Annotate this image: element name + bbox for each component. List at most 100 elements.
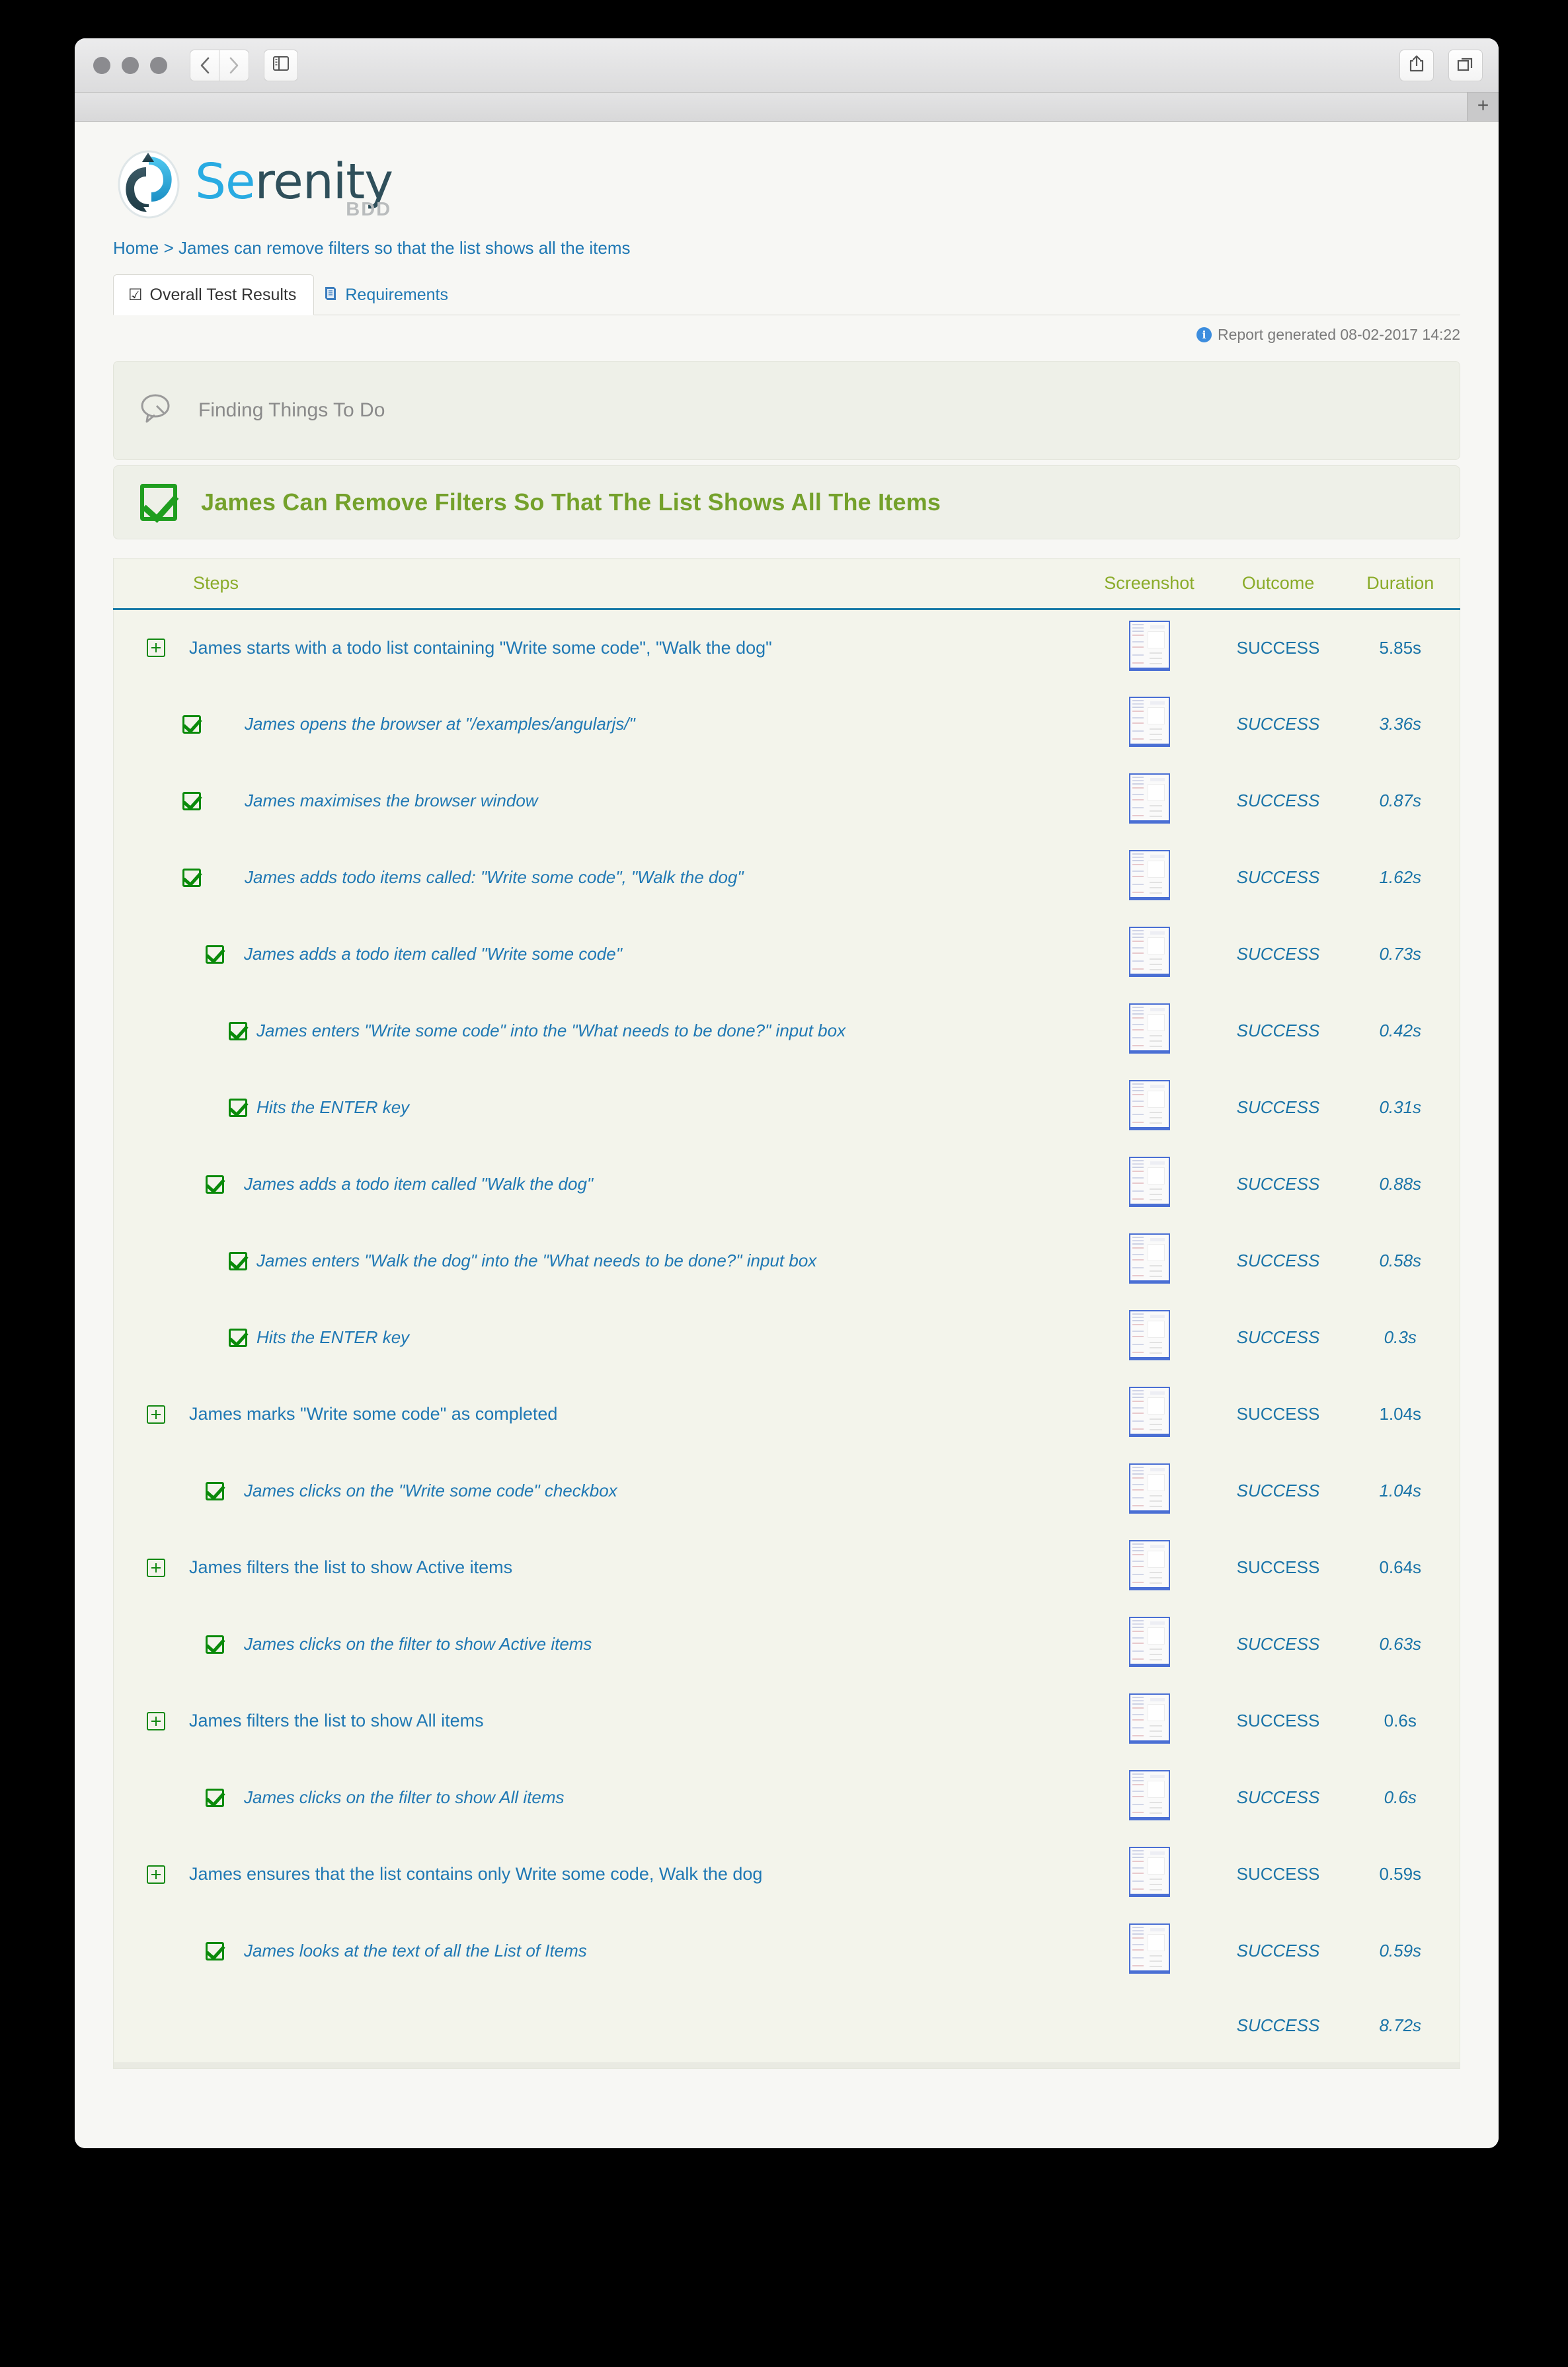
- table-row[interactable]: James clicks on the "Write some code" ch…: [113, 1452, 1460, 1530]
- table-row[interactable]: James clicks on the filter to show All i…: [113, 1759, 1460, 1836]
- step-label[interactable]: James opens the browser at "/examples/an…: [245, 714, 635, 734]
- table-row[interactable]: James enters "Walk the dog" into the "Wh…: [113, 1222, 1460, 1300]
- step-label[interactable]: James filters the list to show All items: [189, 1711, 484, 1731]
- screenshot-thumbnail[interactable]: [1128, 1387, 1170, 1437]
- serenity-logo[interactable]: Serenity BDD: [113, 145, 1460, 223]
- step-label[interactable]: James marks "Write some code" as complet…: [189, 1404, 557, 1424]
- screenshot-thumbnail[interactable]: [1128, 927, 1170, 977]
- screenshot-cell[interactable]: [1083, 685, 1216, 763]
- step-label[interactable]: James ensures that the list contains onl…: [189, 1864, 762, 1884]
- forward-button[interactable]: [219, 49, 249, 81]
- table-row[interactable]: James clicks on the filter to show Activ…: [113, 1606, 1460, 1683]
- screenshot-thumbnail[interactable]: [1128, 1463, 1170, 1514]
- screenshot-cell[interactable]: [1083, 1529, 1216, 1606]
- table-row[interactable]: James enters "Write some code" into the …: [113, 992, 1460, 1069]
- column-header-outcome[interactable]: Outcome: [1215, 558, 1341, 610]
- column-header-steps[interactable]: Steps: [113, 558, 1083, 610]
- breadcrumb-home-link[interactable]: Home: [113, 238, 159, 258]
- screenshot-cell[interactable]: [1083, 1606, 1216, 1683]
- screenshot-thumbnail[interactable]: [1128, 1923, 1170, 1974]
- minimize-window-button[interactable]: [122, 56, 139, 74]
- step-label[interactable]: Hits the ENTER key: [256, 1097, 409, 1118]
- screenshot-cell[interactable]: [1083, 915, 1216, 993]
- screenshot-thumbnail[interactable]: [1128, 1617, 1170, 1667]
- step-description-cell[interactable]: Hits the ENTER key: [113, 1069, 1083, 1146]
- step-label[interactable]: James clicks on the "Write some code" ch…: [244, 1481, 617, 1501]
- step-description-cell[interactable]: James looks at the text of all the List …: [113, 1912, 1083, 1990]
- step-label[interactable]: James starts with a todo list containing…: [189, 638, 772, 658]
- step-label[interactable]: James adds a todo item called "Walk the …: [244, 1174, 593, 1194]
- back-button[interactable]: [190, 49, 219, 81]
- step-description-cell[interactable]: James opens the browser at "/examples/an…: [113, 685, 1083, 763]
- screenshot-cell[interactable]: [1083, 992, 1216, 1069]
- step-description-cell[interactable]: James adds todo items called: "Write som…: [113, 839, 1083, 916]
- step-label[interactable]: James adds a todo item called "Write som…: [244, 944, 622, 964]
- table-row[interactable]: James adds a todo item called "Write som…: [113, 915, 1460, 993]
- table-row[interactable]: James adds a todo item called "Walk the …: [113, 1145, 1460, 1223]
- table-row[interactable]: James filters the list to show All items…: [113, 1682, 1460, 1760]
- step-description-cell[interactable]: James enters "Write some code" into the …: [113, 992, 1083, 1069]
- table-row[interactable]: James maximises the browser window SUCCES…: [113, 762, 1460, 839]
- screenshot-cell[interactable]: [1083, 1759, 1216, 1836]
- screenshot-thumbnail[interactable]: [1128, 1157, 1170, 1207]
- step-description-cell[interactable]: James maximises the browser window: [113, 762, 1083, 839]
- table-row[interactable]: James adds todo items called: "Write som…: [113, 839, 1460, 916]
- step-label[interactable]: James filters the list to show Active it…: [189, 1557, 512, 1578]
- table-row[interactable]: James ensures that the list contains onl…: [113, 1836, 1460, 1913]
- screenshot-thumbnail[interactable]: [1128, 697, 1170, 747]
- screenshot-thumbnail[interactable]: [1128, 1080, 1170, 1130]
- table-row[interactable]: James opens the browser at "/examples/an…: [113, 685, 1460, 763]
- screenshot-cell[interactable]: [1083, 609, 1216, 686]
- step-description-cell[interactable]: James adds a todo item called "Write som…: [113, 915, 1083, 993]
- screenshot-cell[interactable]: [1083, 1912, 1216, 1990]
- screenshot-thumbnail[interactable]: [1128, 1003, 1170, 1054]
- share-button[interactable]: [1399, 49, 1434, 81]
- step-description-cell[interactable]: James clicks on the "Write some code" ch…: [113, 1452, 1083, 1530]
- screenshot-cell[interactable]: [1083, 1222, 1216, 1300]
- step-description-cell[interactable]: James marks "Write some code" as complet…: [113, 1376, 1083, 1453]
- step-label[interactable]: James maximises the browser window: [245, 791, 538, 811]
- step-description-cell[interactable]: James clicks on the filter to show Activ…: [113, 1606, 1083, 1683]
- step-label[interactable]: James enters "Write some code" into the …: [256, 1021, 845, 1041]
- maximize-window-button[interactable]: [150, 56, 167, 74]
- screenshot-thumbnail[interactable]: [1128, 1770, 1170, 1820]
- step-description-cell[interactable]: James ensures that the list contains onl…: [113, 1836, 1083, 1913]
- screenshot-cell[interactable]: [1083, 762, 1216, 839]
- screenshot-cell[interactable]: [1083, 1145, 1216, 1223]
- screenshot-cell[interactable]: [1083, 1836, 1216, 1913]
- table-row[interactable]: James marks "Write some code" as complet…: [113, 1376, 1460, 1453]
- tab-requirements[interactable]: Requirements: [314, 275, 465, 315]
- screenshot-cell[interactable]: [1083, 1299, 1216, 1376]
- step-description-cell[interactable]: James adds a todo item called "Walk the …: [113, 1145, 1083, 1223]
- expand-plus-icon[interactable]: [147, 639, 165, 658]
- step-description-cell[interactable]: James clicks on the filter to show All i…: [113, 1759, 1083, 1836]
- screenshot-thumbnail[interactable]: [1128, 1693, 1170, 1744]
- new-tab-button[interactable]: +: [1467, 93, 1499, 121]
- step-description-cell[interactable]: James filters the list to show All items: [113, 1682, 1083, 1760]
- screenshot-thumbnail[interactable]: [1128, 773, 1170, 824]
- step-label[interactable]: James clicks on the filter to show Activ…: [244, 1634, 592, 1654]
- close-window-button[interactable]: [93, 56, 110, 74]
- expand-plus-icon[interactable]: [147, 1405, 165, 1424]
- screenshot-thumbnail[interactable]: [1128, 1310, 1170, 1360]
- tab-overall-test-results[interactable]: ☑ Overall Test Results: [113, 274, 315, 315]
- screenshot-cell[interactable]: [1083, 1069, 1216, 1146]
- table-row[interactable]: James starts with a todo list containing…: [113, 609, 1460, 686]
- screenshot-thumbnail[interactable]: [1128, 620, 1170, 671]
- screenshot-thumbnail[interactable]: [1128, 1540, 1170, 1590]
- step-label[interactable]: James adds todo items called: "Write som…: [245, 867, 744, 888]
- sidebar-toggle-button[interactable]: [264, 49, 298, 81]
- column-header-duration[interactable]: Duration: [1341, 558, 1460, 610]
- window-controls[interactable]: [93, 56, 167, 74]
- breadcrumb-current[interactable]: James can remove filters so that the lis…: [178, 238, 631, 258]
- step-description-cell[interactable]: James starts with a todo list containing…: [113, 609, 1083, 686]
- table-row[interactable]: Hits the ENTER key SUCCESS 0.31s: [113, 1069, 1460, 1146]
- screenshot-cell[interactable]: [1083, 1376, 1216, 1453]
- expand-plus-icon[interactable]: [147, 1865, 165, 1884]
- screenshot-thumbnail[interactable]: [1128, 1847, 1170, 1897]
- screenshot-cell[interactable]: [1083, 1452, 1216, 1530]
- screenshot-thumbnail[interactable]: [1128, 1233, 1170, 1284]
- expand-plus-icon[interactable]: [147, 1711, 165, 1730]
- step-description-cell[interactable]: Hits the ENTER key: [113, 1299, 1083, 1376]
- step-label[interactable]: James clicks on the filter to show All i…: [244, 1787, 565, 1808]
